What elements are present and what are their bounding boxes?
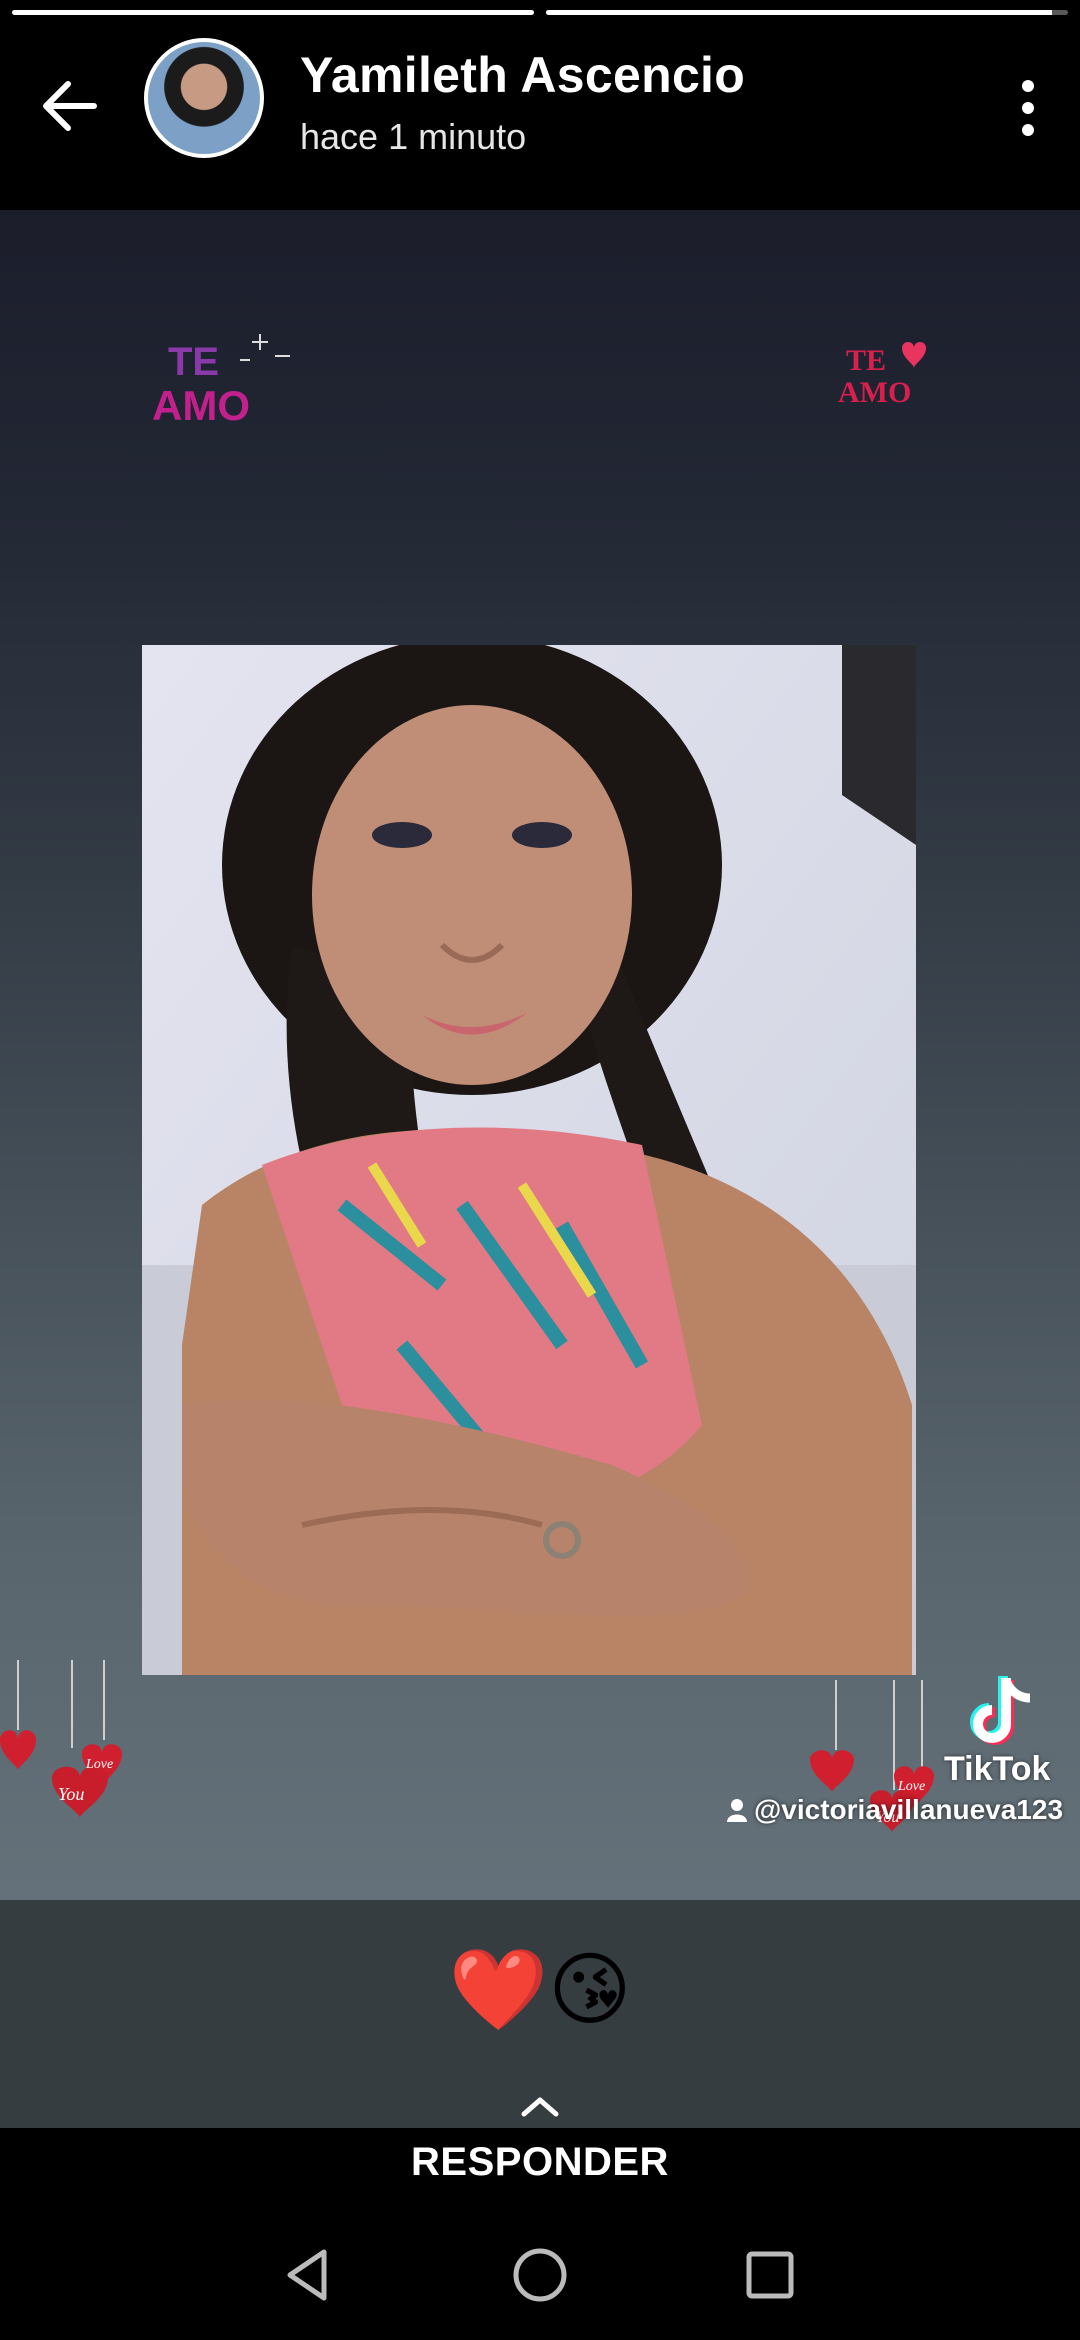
- nav-recents-button[interactable]: [735, 2240, 805, 2310]
- chevron-up-icon: [521, 2097, 559, 2117]
- nav-home-button[interactable]: [505, 2240, 575, 2310]
- more-vertical-icon: [1022, 80, 1034, 136]
- more-options-button[interactable]: [1006, 68, 1050, 148]
- svg-text:Love: Love: [897, 1779, 925, 1794]
- svg-text:AMO: AMO: [152, 382, 250, 429]
- arrow-left-icon: [43, 81, 97, 131]
- nav-back-button[interactable]: [274, 2240, 344, 2310]
- heart-love-text: Love: [85, 1757, 113, 1772]
- back-button[interactable]: [34, 70, 106, 142]
- progress-fill: [12, 10, 534, 15]
- tiktok-username: @victoriavillanueva123: [726, 1794, 1063, 1826]
- nav-recents-icon: [746, 2251, 794, 2299]
- reply-button[interactable]: RESPONDER: [0, 2090, 1080, 2190]
- story-content[interactable]: TE AMO TE AMO Love You Love You TikTok @…: [0, 210, 1080, 1900]
- timestamp: hace 1 minuto: [300, 116, 527, 157]
- heart-you-text: You: [58, 1784, 84, 1804]
- story-viewer: Yamileth Ascencio hace 1 minuto TE AMO T…: [0, 0, 1080, 2340]
- story-progress: [12, 10, 1068, 15]
- hanging-hearts-left: Love You: [0, 1660, 122, 1818]
- user-name[interactable]: Yamileth Ascencio: [300, 46, 745, 104]
- te-amo-sticker-right: TE AMO: [838, 342, 926, 409]
- tiktok-username-text: @victoriavillanueva123: [754, 1794, 1064, 1825]
- story-photo: [142, 645, 916, 1675]
- reply-label: RESPONDER: [411, 2140, 669, 2184]
- te-amo-sticker-right-text: TE: [846, 344, 886, 377]
- system-nav-bar: [0, 2210, 1080, 2340]
- progress-segment: [546, 10, 1068, 15]
- progress-fill: [546, 10, 1053, 15]
- tiktok-app-name: TikTok: [944, 1750, 1051, 1788]
- nav-back-icon: [287, 2249, 327, 2301]
- story-caption: ❤️😘: [448, 1945, 632, 2034]
- avatar[interactable]: [144, 38, 264, 158]
- user-icon: [727, 1799, 747, 1822]
- progress-segment: [12, 10, 534, 15]
- svg-text:AMO: AMO: [838, 376, 911, 409]
- hanging-hearts-right: Love You: [810, 1680, 934, 1832]
- te-amo-sticker-left-text: TE: [168, 340, 219, 384]
- tiktok-logo-icon: [970, 1676, 1031, 1745]
- te-amo-sticker-left: TE AMO: [152, 334, 290, 429]
- nav-home-icon: [513, 2248, 567, 2302]
- story-header: Yamileth Ascencio hace 1 minuto: [0, 30, 1080, 210]
- photo-illustration: [142, 645, 916, 1675]
